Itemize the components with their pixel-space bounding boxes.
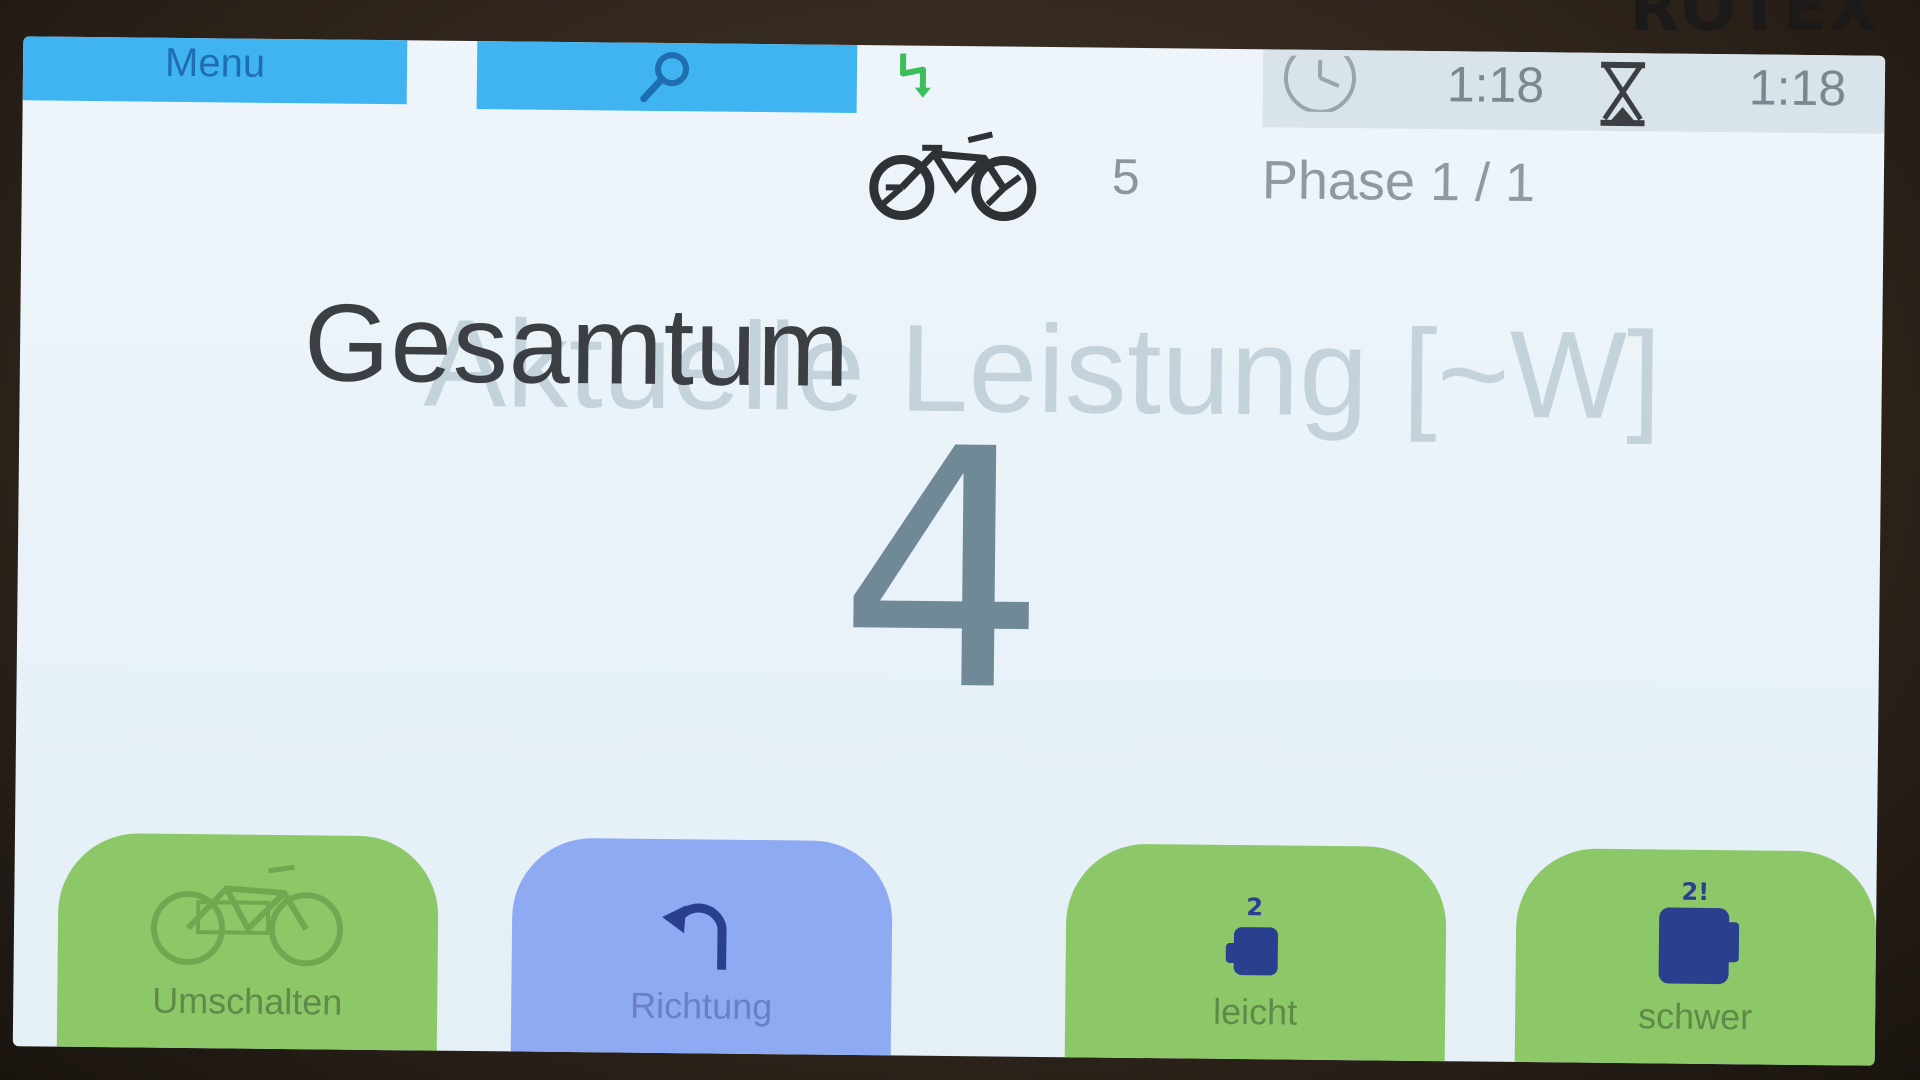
page-title: Gesamtum (303, 281, 851, 410)
switch-button[interactable]: Umschalten (56, 832, 439, 1051)
light-button[interactable]: 2 leicht (1064, 843, 1447, 1062)
search-button[interactable] (476, 41, 858, 114)
undo-arrow-icon (662, 903, 727, 970)
svg-text:2!: 2! (1681, 878, 1709, 906)
touch-screen: Menu 1:18 1:18 5 Phase 1 / 1 Aktuelle Le… (12, 36, 1886, 1066)
weight-heavy-icon: 2! (1658, 878, 1740, 985)
bicycle-icon (151, 864, 344, 967)
bike-count: 5 (1111, 148, 1141, 205)
remaining-time: 1:18 (1748, 59, 1847, 117)
phase-indicator: Phase 1 / 1 (1261, 150, 1536, 214)
device-brand: ROTEX (1629, 0, 1880, 46)
hourglass-icon (1600, 61, 1646, 127)
direction-button[interactable]: Richtung (510, 837, 893, 1056)
heavy-label: schwer (1637, 995, 1753, 1038)
menu-button[interactable]: Menu (22, 36, 408, 105)
device-bezel: ROTEX Menu 1:18 1:18 5 Phase 1 / 1 Aktue… (0, 0, 1920, 1080)
bicycle-icon (869, 131, 1037, 222)
direction-label: Richtung (629, 984, 773, 1028)
measurement-value: 4 (835, 377, 1050, 765)
clock-icon (1283, 55, 1356, 113)
svg-text:2: 2 (1246, 893, 1263, 921)
light-label: leicht (1212, 990, 1298, 1033)
elapsed-time: 1:18 (1446, 56, 1545, 114)
menu-label: Menu (164, 40, 266, 86)
magnifier-icon (640, 52, 690, 103)
lightning-icon (899, 53, 931, 98)
time-panel: 1:18 1:18 (1262, 49, 1886, 134)
switch-label: Umschalten (151, 979, 343, 1023)
heavy-button[interactable]: 2! schwer (1514, 847, 1877, 1066)
weight-light-icon: 2 (1225, 893, 1278, 976)
